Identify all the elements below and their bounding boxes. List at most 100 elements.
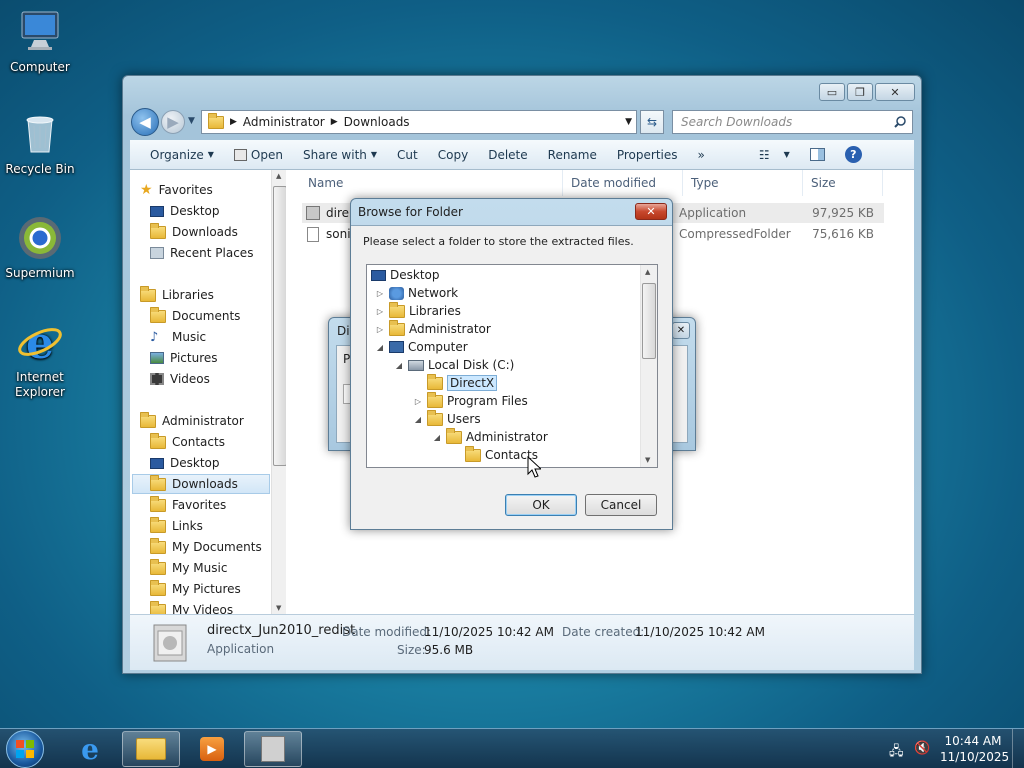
- back-button[interactable]: ◀: [131, 108, 159, 136]
- minimize-button[interactable]: ▭: [819, 83, 845, 101]
- nav-my-documents[interactable]: My Documents: [150, 537, 262, 557]
- taskbar-media-player[interactable]: ▶: [183, 731, 241, 767]
- nav-recent-places[interactable]: Recent Places: [150, 243, 253, 263]
- navigation-pane: ★ Favorites Desktop Downloads Recent Plac…: [130, 170, 286, 614]
- refresh-button[interactable]: ⇆: [640, 110, 664, 134]
- tree-node-users[interactable]: ◢ Users: [413, 409, 481, 428]
- network-status-icon[interactable]: 🖧: [889, 742, 904, 764]
- folder-tree[interactable]: Desktop ▷ Network ▷ Libraries ▷ Administrat…: [366, 264, 658, 468]
- rename-button[interactable]: Rename: [538, 140, 607, 169]
- desktop-icon-computer[interactable]: Computer: [2, 8, 78, 75]
- windows-logo-icon: [16, 740, 34, 758]
- nav-contacts[interactable]: Contacts: [150, 432, 225, 452]
- more-commands-button[interactable]: »: [688, 140, 715, 169]
- taskbar-directx-setup[interactable]: [244, 731, 302, 767]
- volume-muted-icon[interactable]: 🔇: [914, 741, 930, 756]
- tree-node-libraries[interactable]: ▷ Libraries: [375, 301, 461, 320]
- cancel-button[interactable]: Cancel: [585, 494, 657, 516]
- nav-pictures[interactable]: Pictures: [150, 348, 218, 368]
- nav-admin-favorites[interactable]: Favorites: [150, 495, 226, 515]
- scrollbar-thumb[interactable]: [642, 283, 656, 359]
- column-header-name[interactable]: Name: [290, 170, 563, 196]
- delete-button[interactable]: Delete: [478, 140, 537, 169]
- expand-arrow-icon: ▷: [376, 288, 384, 298]
- details-date-modified-label: Date modified:: [342, 625, 432, 639]
- address-dropdown-icon[interactable]: ▼: [625, 117, 632, 127]
- nav-videos[interactable]: Videos: [150, 369, 210, 389]
- open-icon: [233, 148, 247, 161]
- search-icon[interactable]: [894, 116, 906, 128]
- forward-button[interactable]: ▶: [161, 110, 185, 134]
- scrollbar-thumb[interactable]: [273, 186, 286, 466]
- details-filename: directx_Jun2010_redist: [207, 623, 356, 638]
- cut-button[interactable]: Cut: [387, 140, 428, 169]
- details-pane: directx_Jun2010_redist Application Date …: [130, 614, 914, 670]
- breadcrumb-arrow-icon[interactable]: ▶: [230, 117, 237, 127]
- taskbar-windows-explorer[interactable]: [122, 731, 180, 767]
- ok-button[interactable]: OK: [505, 494, 577, 516]
- nav-scrollbar[interactable]: ▲ ▼: [271, 170, 286, 614]
- nav-my-videos[interactable]: My Videos: [150, 600, 233, 614]
- tree-node-users-administrator[interactable]: ◢ Administrator: [432, 427, 548, 446]
- nav-documents[interactable]: Documents: [150, 306, 240, 326]
- help-button[interactable]: ?: [835, 140, 872, 169]
- nav-music[interactable]: ♪ Music: [150, 327, 206, 347]
- nav-admin-downloads[interactable]: Downloads: [150, 474, 238, 494]
- scroll-up-arrow-icon[interactable]: ▲: [276, 172, 281, 180]
- copy-button[interactable]: Copy: [428, 140, 478, 169]
- tree-scrollbar[interactable]: ▲ ▼: [640, 265, 657, 467]
- nav-favorites[interactable]: ★ Favorites: [140, 180, 213, 200]
- clock[interactable]: 10:44 AM 11/10/2025: [940, 733, 1009, 765]
- nav-links[interactable]: Links: [150, 516, 203, 536]
- desktop-icon-internet-explorer[interactable]: e Internet Explorer: [2, 318, 78, 400]
- nav-favorites-downloads[interactable]: Downloads: [150, 222, 238, 242]
- nav-favorites-desktop[interactable]: Desktop: [150, 201, 220, 221]
- tree-node-local-disk[interactable]: ◢ Local Disk (C:): [394, 356, 514, 374]
- organize-button[interactable]: Organize ▼: [140, 140, 224, 169]
- open-button[interactable]: Open: [224, 140, 293, 169]
- recent-pages-dropdown[interactable]: ▼: [188, 116, 195, 126]
- tree-node-program-files[interactable]: ▷ Program Files: [413, 391, 528, 410]
- tree-node-administrator[interactable]: ▷ Administrator: [375, 319, 491, 338]
- nav-admin-desktop[interactable]: Desktop: [150, 453, 220, 473]
- tree-node-directx[interactable]: DirectX: [413, 373, 498, 392]
- scroll-up-arrow-icon[interactable]: ▲: [645, 268, 650, 276]
- folder-icon: [427, 409, 443, 426]
- nav-my-pictures[interactable]: My Pictures: [150, 579, 241, 599]
- breadcrumb-downloads[interactable]: Downloads: [344, 115, 410, 129]
- expand-arrow-icon: ▷: [414, 396, 422, 406]
- preview-pane-button[interactable]: [800, 140, 835, 169]
- nav-my-music[interactable]: My Music: [150, 558, 227, 578]
- properties-button[interactable]: Properties: [607, 140, 688, 169]
- nav-libraries[interactable]: Libraries: [140, 285, 214, 305]
- desktop-icon-recycle-bin[interactable]: Recycle Bin: [2, 110, 78, 177]
- recent-places-icon: [150, 247, 164, 259]
- column-header-date[interactable]: Date modified: [563, 170, 683, 196]
- close-button[interactable]: ✕: [635, 203, 667, 220]
- tree-node-contacts[interactable]: Contacts: [451, 445, 538, 464]
- column-header-size[interactable]: Size: [803, 170, 883, 196]
- view-options-button[interactable]: ☷ ▼: [749, 140, 800, 169]
- scroll-down-arrow-icon[interactable]: ▼: [276, 604, 281, 612]
- breadcrumb-administrator[interactable]: Administrator: [243, 115, 325, 129]
- taskbar-internet-explorer[interactable]: e: [61, 731, 119, 767]
- nav-administrator[interactable]: Administrator: [140, 411, 244, 431]
- close-button[interactable]: ✕: [875, 83, 915, 101]
- tree-node-computer[interactable]: ◢ Computer: [375, 338, 468, 356]
- tree-node-network[interactable]: ▷ Network: [375, 284, 458, 302]
- maximize-button[interactable]: ❐: [847, 83, 873, 101]
- breadcrumb-arrow-icon[interactable]: ▶: [331, 117, 338, 127]
- search-input[interactable]: Search Downloads: [672, 110, 913, 134]
- share-with-button[interactable]: Share with ▼: [293, 140, 387, 169]
- close-button[interactable]: ✕: [672, 322, 690, 339]
- browse-for-folder-dialog: Browse for Folder ✕ Please select a fold…: [350, 198, 673, 530]
- tree-node-desktop[interactable]: Desktop: [371, 266, 440, 284]
- desktop-icon-supermium[interactable]: Supermium: [2, 214, 78, 281]
- command-bar: Organize ▼ Open Share with ▼ Cut Copy Dele…: [130, 140, 914, 170]
- address-bar[interactable]: ▶ Administrator ▶ Downloads ▼: [201, 110, 637, 134]
- scroll-down-arrow-icon[interactable]: ▼: [645, 456, 650, 464]
- column-header-type[interactable]: Type: [683, 170, 803, 196]
- start-button[interactable]: [6, 730, 44, 768]
- folder-icon: [208, 112, 224, 129]
- show-desktop-button[interactable]: [1012, 729, 1024, 768]
